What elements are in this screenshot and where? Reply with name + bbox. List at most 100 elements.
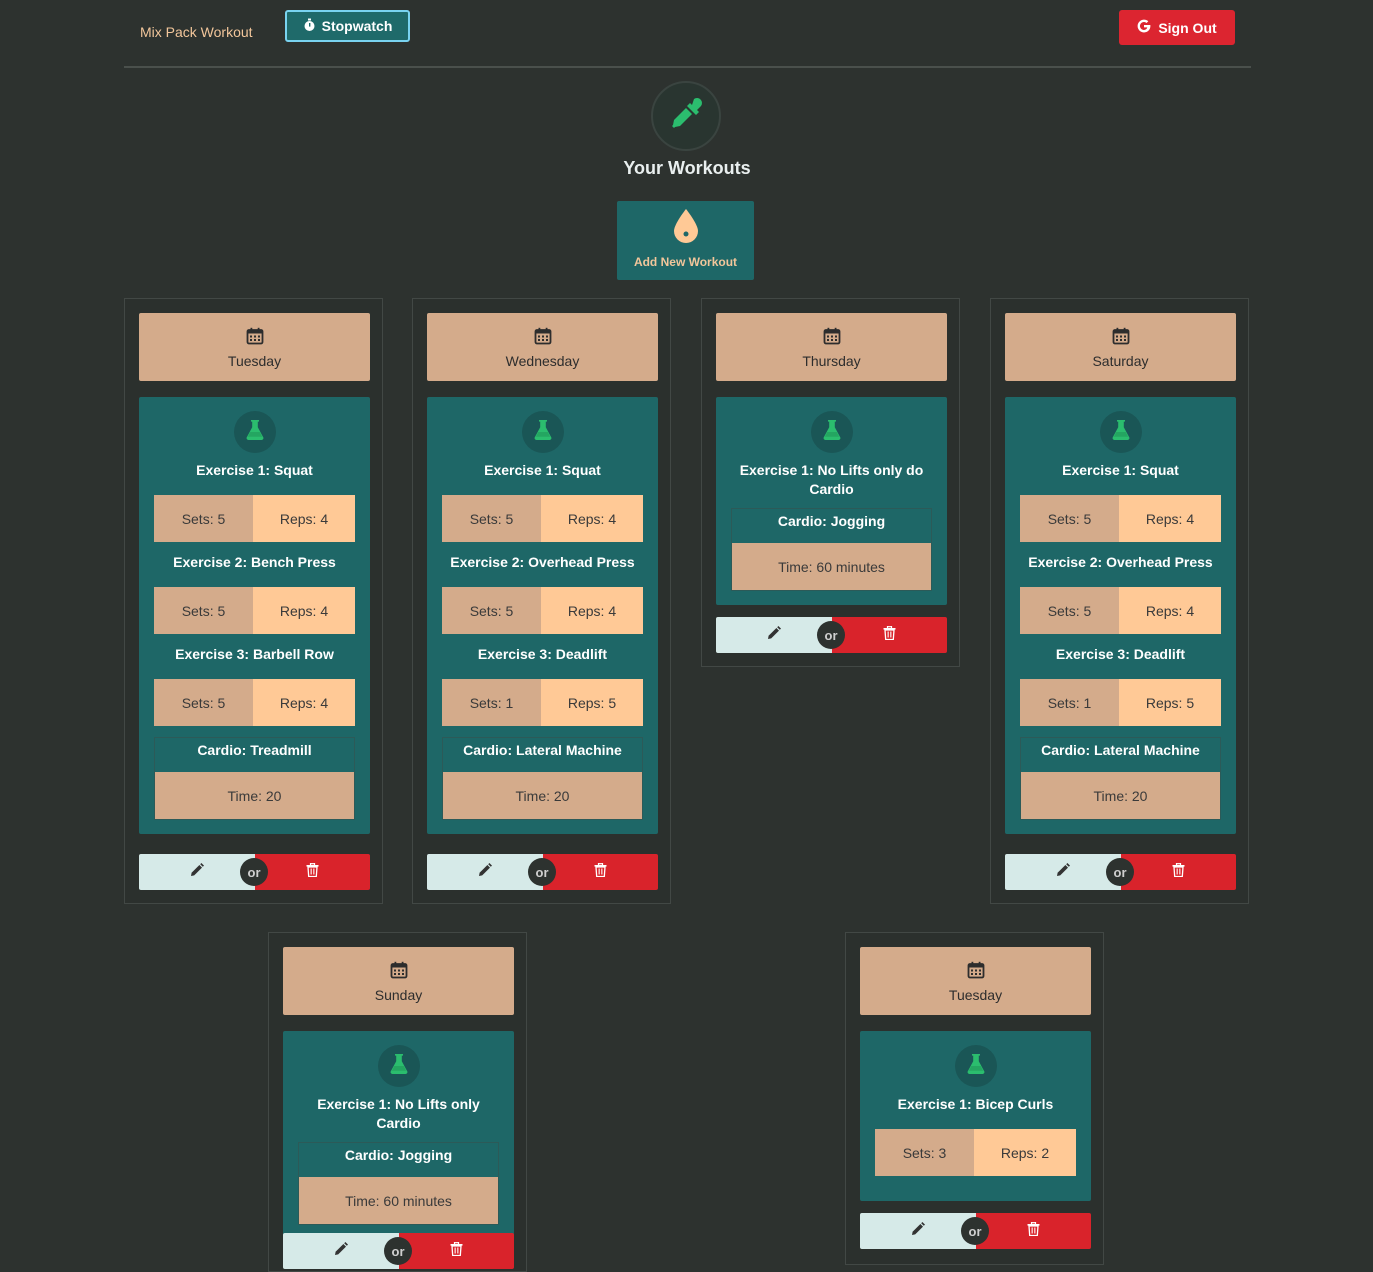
delete-button[interactable] xyxy=(1120,854,1236,890)
cardio-box: Cardio: Jogging Time: 60 minutes xyxy=(298,1142,499,1225)
cardio-box: Cardio: Lateral Machine Time: 20 xyxy=(1020,737,1221,820)
card-actions: or xyxy=(427,854,658,890)
calendar-icon xyxy=(967,961,985,984)
reps-value: Reps: 4 xyxy=(252,587,355,634)
flask-icon-circle xyxy=(233,411,276,453)
edit-button[interactable] xyxy=(860,1213,976,1249)
or-divider: or xyxy=(961,1217,989,1245)
brand-link[interactable]: Mix Pack Workout xyxy=(140,24,253,40)
exercise-title: Exercise 3: Deadlift xyxy=(477,646,608,662)
card-actions: or xyxy=(283,1233,514,1269)
top-nav: Mix Pack Workout Stopwatch Sign Out xyxy=(124,0,1251,68)
cardio-time: Time: 20 xyxy=(155,772,354,819)
delete-button[interactable] xyxy=(398,1233,514,1269)
workout-card: Sunday Exercise 1: No Lifts only Cardio … xyxy=(268,932,527,1272)
flask-icon xyxy=(823,419,841,446)
exercise-title: Exercise 1: Squat xyxy=(484,462,601,478)
sets-value: Sets: 1 xyxy=(442,679,541,726)
day-header[interactable]: Tuesday xyxy=(139,313,370,381)
workout-body: Exercise 1: No Lifts only Cardio Cardio:… xyxy=(283,1031,514,1239)
exercise-title: Exercise 1: Squat xyxy=(1062,462,1179,478)
day-header[interactable]: Tuesday xyxy=(860,947,1091,1015)
reps-value: Reps: 4 xyxy=(1118,495,1221,542)
reps-value: Reps: 5 xyxy=(540,679,643,726)
sets-reps-row: Sets: 5 Reps: 4 xyxy=(442,495,643,542)
flask-icon-circle xyxy=(377,1045,420,1087)
stopwatch-label: Stopwatch xyxy=(321,18,393,34)
workout-body: Exercise 1: Squat Sets: 5 Reps: 4 Exerci… xyxy=(1005,397,1236,834)
workout-body: Exercise 1: Squat Sets: 5 Reps: 4 Exerci… xyxy=(139,397,370,834)
card-actions: or xyxy=(1005,854,1236,890)
sets-value: Sets: 5 xyxy=(442,587,541,634)
cardio-title: Cardio: Jogging xyxy=(344,1147,453,1163)
sign-out-button[interactable]: Sign Out xyxy=(1119,10,1235,45)
delete-button[interactable] xyxy=(831,617,947,653)
edit-button[interactable] xyxy=(139,854,255,890)
stopwatch-icon xyxy=(303,18,316,35)
or-divider: or xyxy=(240,858,268,886)
calendar-icon xyxy=(823,327,841,350)
sets-value: Sets: 5 xyxy=(1020,495,1119,542)
day-header[interactable]: Wednesday xyxy=(427,313,658,381)
calendar-icon xyxy=(1112,327,1130,350)
day-header[interactable]: Thursday xyxy=(716,313,947,381)
flask-icon-circle xyxy=(810,411,853,453)
calendar-icon xyxy=(390,961,408,984)
cardio-time: Time: 20 xyxy=(443,772,642,819)
delete-button[interactable] xyxy=(975,1213,1091,1249)
sets-reps-row: Sets: 1 Reps: 5 xyxy=(442,679,643,726)
cardio-box: Cardio: Jogging Time: 60 minutes xyxy=(731,508,932,591)
workout-card: Tuesday Exercise 1: Bicep Curls Sets: 3 … xyxy=(845,932,1104,1265)
workout-card: Wednesday Exercise 1: Squat Sets: 5 Reps… xyxy=(412,298,671,904)
workout-body: Exercise 1: No Lifts only do Cardio Card… xyxy=(716,397,947,605)
reps-value: Reps: 4 xyxy=(252,495,355,542)
exercise-title: Exercise 3: Deadlift xyxy=(1055,646,1186,662)
cardio-box: Cardio: Lateral Machine Time: 20 xyxy=(442,737,643,820)
flask-icon xyxy=(1112,419,1130,446)
flask-icon xyxy=(534,419,552,446)
pencil-icon xyxy=(334,1241,348,1261)
sets-value: Sets: 5 xyxy=(154,587,253,634)
edit-button[interactable] xyxy=(427,854,543,890)
stopwatch-button[interactable]: Stopwatch xyxy=(285,10,410,42)
flask-icon xyxy=(967,1053,985,1080)
add-new-workout-button[interactable]: Add New Workout xyxy=(617,201,754,280)
cardio-title: Cardio: Treadmill xyxy=(197,742,312,758)
edit-button[interactable] xyxy=(1005,854,1121,890)
reps-value: Reps: 2 xyxy=(973,1129,1076,1176)
sets-reps-row: Sets: 5 Reps: 4 xyxy=(154,679,355,726)
sets-reps-row: Sets: 5 Reps: 4 xyxy=(1020,587,1221,634)
flask-icon xyxy=(390,1053,408,1080)
cardio-time: Time: 60 minutes xyxy=(732,543,931,590)
workout-body: Exercise 1: Bicep Curls Sets: 3 Reps: 2 xyxy=(860,1031,1091,1201)
workout-card: Thursday Exercise 1: No Lifts only do Ca… xyxy=(701,298,960,667)
reps-value: Reps: 5 xyxy=(1118,679,1221,726)
delete-button[interactable] xyxy=(254,854,370,890)
sets-reps-row: Sets: 5 Reps: 4 xyxy=(154,587,355,634)
trash-icon xyxy=(450,1241,463,1261)
cardio-title: Cardio: Lateral Machine xyxy=(463,742,622,758)
card-actions: or xyxy=(139,854,370,890)
exercise-title: Exercise 2: Overhead Press xyxy=(450,554,635,570)
workout-card: Saturday Exercise 1: Squat Sets: 5 Reps:… xyxy=(990,298,1249,904)
sets-reps-row: Sets: 5 Reps: 4 xyxy=(1020,495,1221,542)
sets-value: Sets: 5 xyxy=(1020,587,1119,634)
day-header[interactable]: Saturday xyxy=(1005,313,1236,381)
day-header[interactable]: Sunday xyxy=(283,947,514,1015)
calendar-icon xyxy=(534,327,552,350)
edit-button[interactable] xyxy=(283,1233,399,1269)
edit-button[interactable] xyxy=(716,617,832,653)
delete-button[interactable] xyxy=(542,854,658,890)
cardio-title: Cardio: Jogging xyxy=(777,513,886,529)
add-new-workout-label: Add New Workout xyxy=(633,255,738,269)
exercise-title: Exercise 1: No Lifts only Cardio xyxy=(317,1096,480,1131)
reps-value: Reps: 4 xyxy=(540,587,643,634)
exercise-title: Exercise 2: Overhead Press xyxy=(1028,554,1213,570)
flask-icon-circle xyxy=(521,411,564,453)
day-label: Thursday xyxy=(802,353,861,369)
day-label: Wednesday xyxy=(505,353,580,369)
exercise-title: Exercise 1: Squat xyxy=(196,462,313,478)
flask-icon-circle xyxy=(954,1045,997,1087)
eyedropper-icon xyxy=(667,95,705,138)
card-actions: or xyxy=(716,617,947,653)
